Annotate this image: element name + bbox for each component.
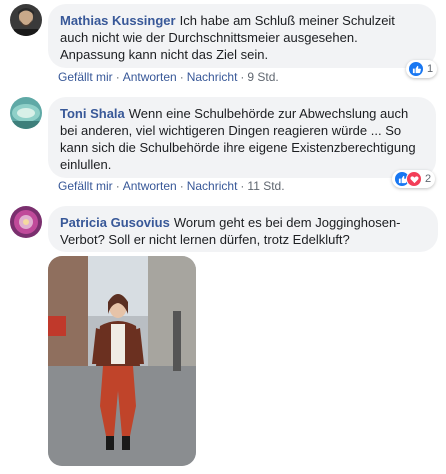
comment-bubble: Toni Shala Wenn eine Schulbehörde zur Abw… <box>48 97 436 178</box>
author-name[interactable]: Toni Shala <box>60 106 125 121</box>
comment-actions: Gefällt mir · Antworten · Nachricht · 11 Std. <box>58 179 285 193</box>
reaction-summary[interactable]: 1 <box>406 60 438 78</box>
author-name[interactable]: Patricia Gusovius <box>60 215 170 230</box>
like-link[interactable]: Gefällt mir <box>58 179 113 193</box>
reaction-count: 1 <box>427 63 434 75</box>
timestamp[interactable]: 9 Std. <box>247 70 278 84</box>
avatar-mathias[interactable] <box>10 4 42 36</box>
love-icon <box>406 171 422 187</box>
comment-photo[interactable] <box>48 256 196 466</box>
avatar-patricia[interactable] <box>10 206 42 238</box>
reply-link[interactable]: Antworten <box>123 70 177 84</box>
timestamp[interactable]: 11 Std. <box>247 179 284 193</box>
comment-bubble: Patricia Gusovius Worum geht es bei dem J… <box>48 206 438 252</box>
comment-actions: Gefällt mir · Antworten · Nachricht · 9 Std. <box>58 70 279 84</box>
like-icon <box>408 61 424 77</box>
like-link[interactable]: Gefällt mir <box>58 70 113 84</box>
author-name[interactable]: Mathias Kussinger <box>60 13 176 28</box>
comment-bubble: Mathias Kussinger Ich habe am Schluß mein… <box>48 4 436 68</box>
avatar-toni[interactable] <box>10 97 42 129</box>
message-link[interactable]: Nachricht <box>187 179 238 193</box>
reply-link[interactable]: Antworten <box>123 179 177 193</box>
reaction-count: 2 <box>425 173 432 185</box>
reaction-summary[interactable]: 2 <box>392 170 436 188</box>
message-link[interactable]: Nachricht <box>187 70 238 84</box>
